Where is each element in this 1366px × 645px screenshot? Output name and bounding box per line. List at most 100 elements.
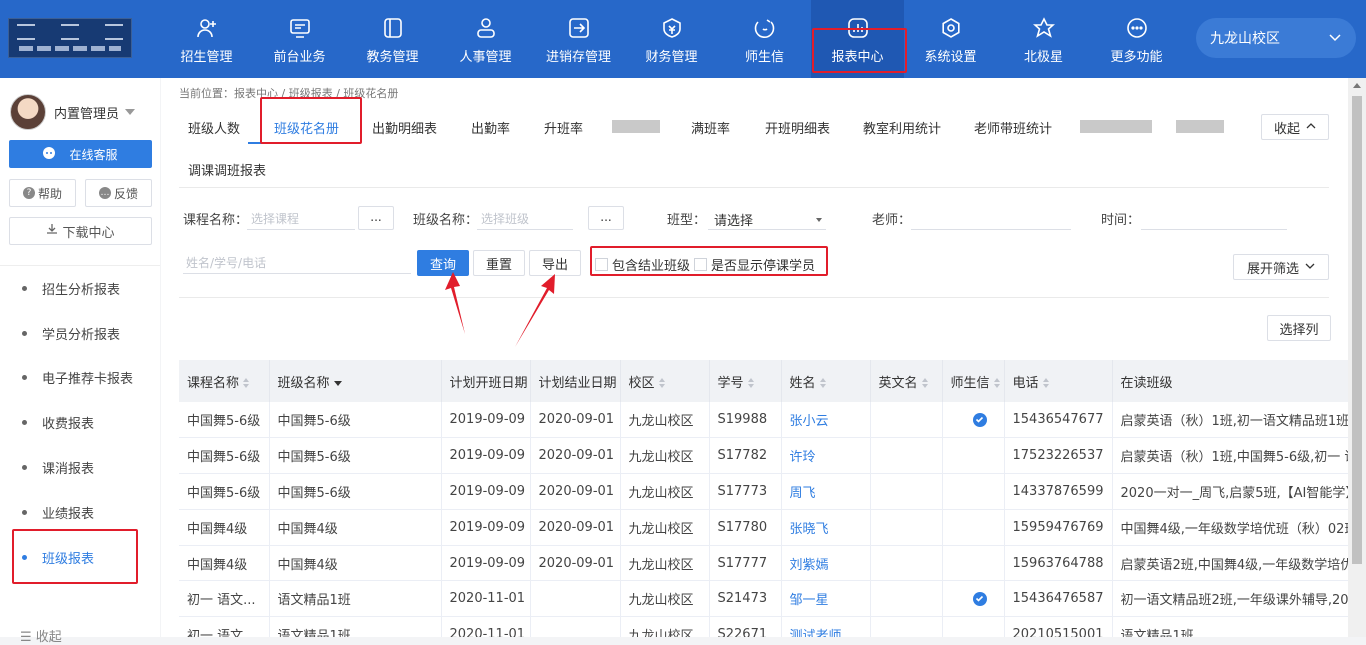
table-cell: 15436547677 bbox=[1004, 402, 1113, 439]
tab-teacher-classes[interactable]: 老师带班统计 bbox=[974, 118, 1052, 137]
nav-inventory[interactable]: 进销存管理 bbox=[532, 0, 625, 78]
table-cell[interactable]: 张小云 bbox=[781, 402, 871, 439]
table-cell: 九龙山校区 bbox=[620, 473, 710, 510]
tab-full-class-rate[interactable]: 满班率 bbox=[691, 118, 730, 137]
nav-recruit[interactable]: 招生管理 bbox=[160, 0, 253, 78]
table-cell: 中国舞4级 bbox=[269, 509, 442, 546]
expand-filter-button[interactable]: 展开筛选 bbox=[1233, 254, 1329, 280]
table-cell: 2020-09-01 bbox=[530, 402, 621, 439]
table-cell: 语文精品1班 bbox=[269, 616, 442, 637]
table-row[interactable]: 中国舞5-6级 中国舞5-6级 2019-09-09 2020-09-01 九龙山校区 S… bbox=[179, 473, 1348, 510]
star-icon bbox=[1032, 16, 1056, 40]
table-cell[interactable]: 测试老师 bbox=[781, 616, 871, 637]
chevron-down-icon bbox=[1305, 260, 1315, 275]
nav-more[interactable]: 更多功能 bbox=[1090, 0, 1183, 78]
campus-selector[interactable]: 九龙山校区 bbox=[1196, 18, 1356, 58]
sidebar-collapse[interactable]: ☰ 收起 bbox=[20, 626, 62, 645]
tab-attendance-rate[interactable]: 出勤率 bbox=[471, 118, 510, 137]
table-cell bbox=[530, 616, 621, 637]
show-suspended-checkbox[interactable]: 是否显示停课学员 bbox=[694, 255, 815, 274]
table-cell[interactable]: 许玲 bbox=[781, 437, 871, 475]
include-finished-checkbox[interactable]: 包含结业班级 bbox=[595, 255, 690, 274]
check-circle-icon bbox=[972, 412, 987, 427]
nav-settings[interactable]: 系统设置 bbox=[904, 0, 997, 78]
logo[interactable] bbox=[8, 18, 132, 58]
add-user-icon bbox=[195, 16, 219, 40]
time-input[interactable] bbox=[1141, 206, 1287, 230]
col-message[interactable]: 师生信 bbox=[942, 360, 1005, 402]
table-cell[interactable]: 周飞 bbox=[781, 473, 871, 510]
table-cell: 启蒙英语（秋）1班,中国舞5-6级,初一 语文 bbox=[1112, 437, 1348, 475]
menu-item-class-report[interactable]: 班级报表 bbox=[0, 535, 160, 580]
class-input[interactable]: 选择班级 bbox=[477, 206, 573, 230]
col-class[interactable]: 班级名称 bbox=[269, 360, 442, 402]
choose-columns-button[interactable]: 选择列 bbox=[1267, 315, 1331, 341]
course-picker-button[interactable]: ... bbox=[358, 206, 394, 230]
table-cell[interactable]: 邹一星 bbox=[781, 580, 871, 618]
page-scrollbar[interactable] bbox=[1348, 78, 1366, 637]
col-student-no[interactable]: 学号 bbox=[709, 360, 782, 402]
nav-polaris[interactable]: 北极星 bbox=[997, 0, 1090, 78]
col-phone[interactable]: 电话 bbox=[1004, 360, 1113, 402]
table-cell: 2019-09-09 bbox=[441, 473, 531, 510]
menu-item-enrollment-report[interactable]: 招生分析报表 bbox=[0, 266, 160, 311]
book-icon bbox=[381, 16, 405, 40]
feedback-button[interactable]: … 反馈 bbox=[85, 179, 152, 207]
help-button[interactable]: ? 帮助 bbox=[9, 179, 76, 207]
menu-item-fee-report[interactable]: 收费报表 bbox=[0, 400, 160, 445]
menu-item-student-report[interactable]: 学员分析报表 bbox=[0, 311, 160, 356]
type-select[interactable]: 请选择 bbox=[708, 206, 826, 230]
tab-class-roster[interactable]: 班级花名册 bbox=[274, 118, 339, 137]
table-cell: 中国舞5-6级 bbox=[269, 402, 442, 439]
tab-class-count[interactable]: 班级人数 bbox=[188, 118, 240, 137]
table-cell: 九龙山校区 bbox=[620, 545, 710, 582]
tab-promotion-rate[interactable]: 升班率 bbox=[544, 118, 583, 137]
table-cell: S19988 bbox=[709, 402, 782, 439]
tab-reschedule-report[interactable]: 调课调班报表 bbox=[188, 160, 266, 179]
nav-finance[interactable]: 财务管理 bbox=[625, 0, 718, 78]
search-input[interactable]: 姓名/学号/电话 bbox=[183, 250, 411, 274]
nav-front-desk[interactable]: 前台业务 bbox=[253, 0, 346, 78]
report-menu: 招生分析报表 学员分析报表 电子推荐卡报表 收费报表 课消报表 业绩报表 班级报… bbox=[0, 266, 160, 580]
table-row[interactable]: 中国舞5-6级 中国舞5-6级 2019-09-09 2020-09-01 九龙山校区 S… bbox=[179, 437, 1348, 475]
table-cell[interactable]: 张晓飞 bbox=[781, 509, 871, 546]
course-input[interactable]: 选择课程 bbox=[247, 206, 355, 230]
col-name[interactable]: 姓名 bbox=[781, 360, 871, 402]
col-start-date[interactable]: 计划开班日期 bbox=[441, 360, 531, 402]
menu-item-performance-report[interactable]: 业绩报表 bbox=[0, 490, 160, 535]
menu-item-consumption-report[interactable]: 课消报表 bbox=[0, 445, 160, 490]
table-cell bbox=[870, 545, 943, 582]
table-cell: 中国舞4级,一年级数学培优班（秋）02班 bbox=[1112, 509, 1348, 546]
table-cell: S17780 bbox=[709, 509, 782, 546]
nav-academic[interactable]: 教务管理 bbox=[346, 0, 439, 78]
caret-down-icon bbox=[125, 109, 136, 115]
tab-attendance-detail[interactable]: 出勤明细表 bbox=[372, 118, 437, 137]
tab-class-opening-detail[interactable]: 开班明细表 bbox=[765, 118, 830, 137]
collapse-tabs-button[interactable]: 收起 bbox=[1261, 114, 1329, 140]
table-row[interactable]: 中国舞4级 中国舞4级 2019-09-09 2020-09-01 九龙山校区 S1777… bbox=[179, 545, 1348, 582]
nav-messages[interactable]: 师生信 bbox=[718, 0, 811, 78]
col-english-name[interactable]: 英文名 bbox=[870, 360, 943, 402]
online-service-button[interactable]: 在线客服 bbox=[9, 140, 152, 168]
table-row[interactable]: 初一 语文... 语文精品1班 2020-11-01 九龙山校区 S21473 邹一星 15… bbox=[179, 580, 1348, 618]
col-course[interactable]: 课程名称 bbox=[179, 360, 270, 402]
user-menu[interactable]: 内置管理员 bbox=[10, 94, 136, 130]
table-row[interactable]: 初一 语文... 语文精品1班 2020-11-01 九龙山校区 S22671 测试老师 2… bbox=[179, 616, 1348, 637]
teacher-input[interactable] bbox=[911, 206, 1071, 230]
table-row[interactable]: 中国舞5-6级 中国舞5-6级 2019-09-09 2020-09-01 九龙山校区 S… bbox=[179, 402, 1348, 439]
menu-item-referral-card-report[interactable]: 电子推荐卡报表 bbox=[0, 356, 160, 401]
table-cell: S22671 bbox=[709, 616, 782, 637]
tab-classroom-usage[interactable]: 教室利用统计 bbox=[863, 118, 941, 137]
scroll-thumb[interactable] bbox=[1352, 96, 1362, 564]
table-cell: 2019-09-09 bbox=[441, 402, 531, 439]
col-campus[interactable]: 校区 bbox=[620, 360, 710, 402]
table-cell[interactable]: 刘紫嫣 bbox=[781, 545, 871, 582]
nav-hr[interactable]: 人事管理 bbox=[439, 0, 532, 78]
col-end-date[interactable]: 计划结业日期 bbox=[530, 360, 621, 402]
download-center-button[interactable]: 下载中心 bbox=[9, 217, 152, 245]
table-row[interactable]: 中国舞4级 中国舞4级 2019-09-09 2020-09-01 九龙山校区 S1778… bbox=[179, 509, 1348, 546]
table-cell: 中国舞5-6级 bbox=[179, 437, 270, 475]
scroll-up-icon[interactable] bbox=[1353, 83, 1361, 88]
class-picker-button[interactable]: ... bbox=[588, 206, 624, 230]
nav-report-center[interactable]: 报表中心 bbox=[811, 0, 904, 78]
